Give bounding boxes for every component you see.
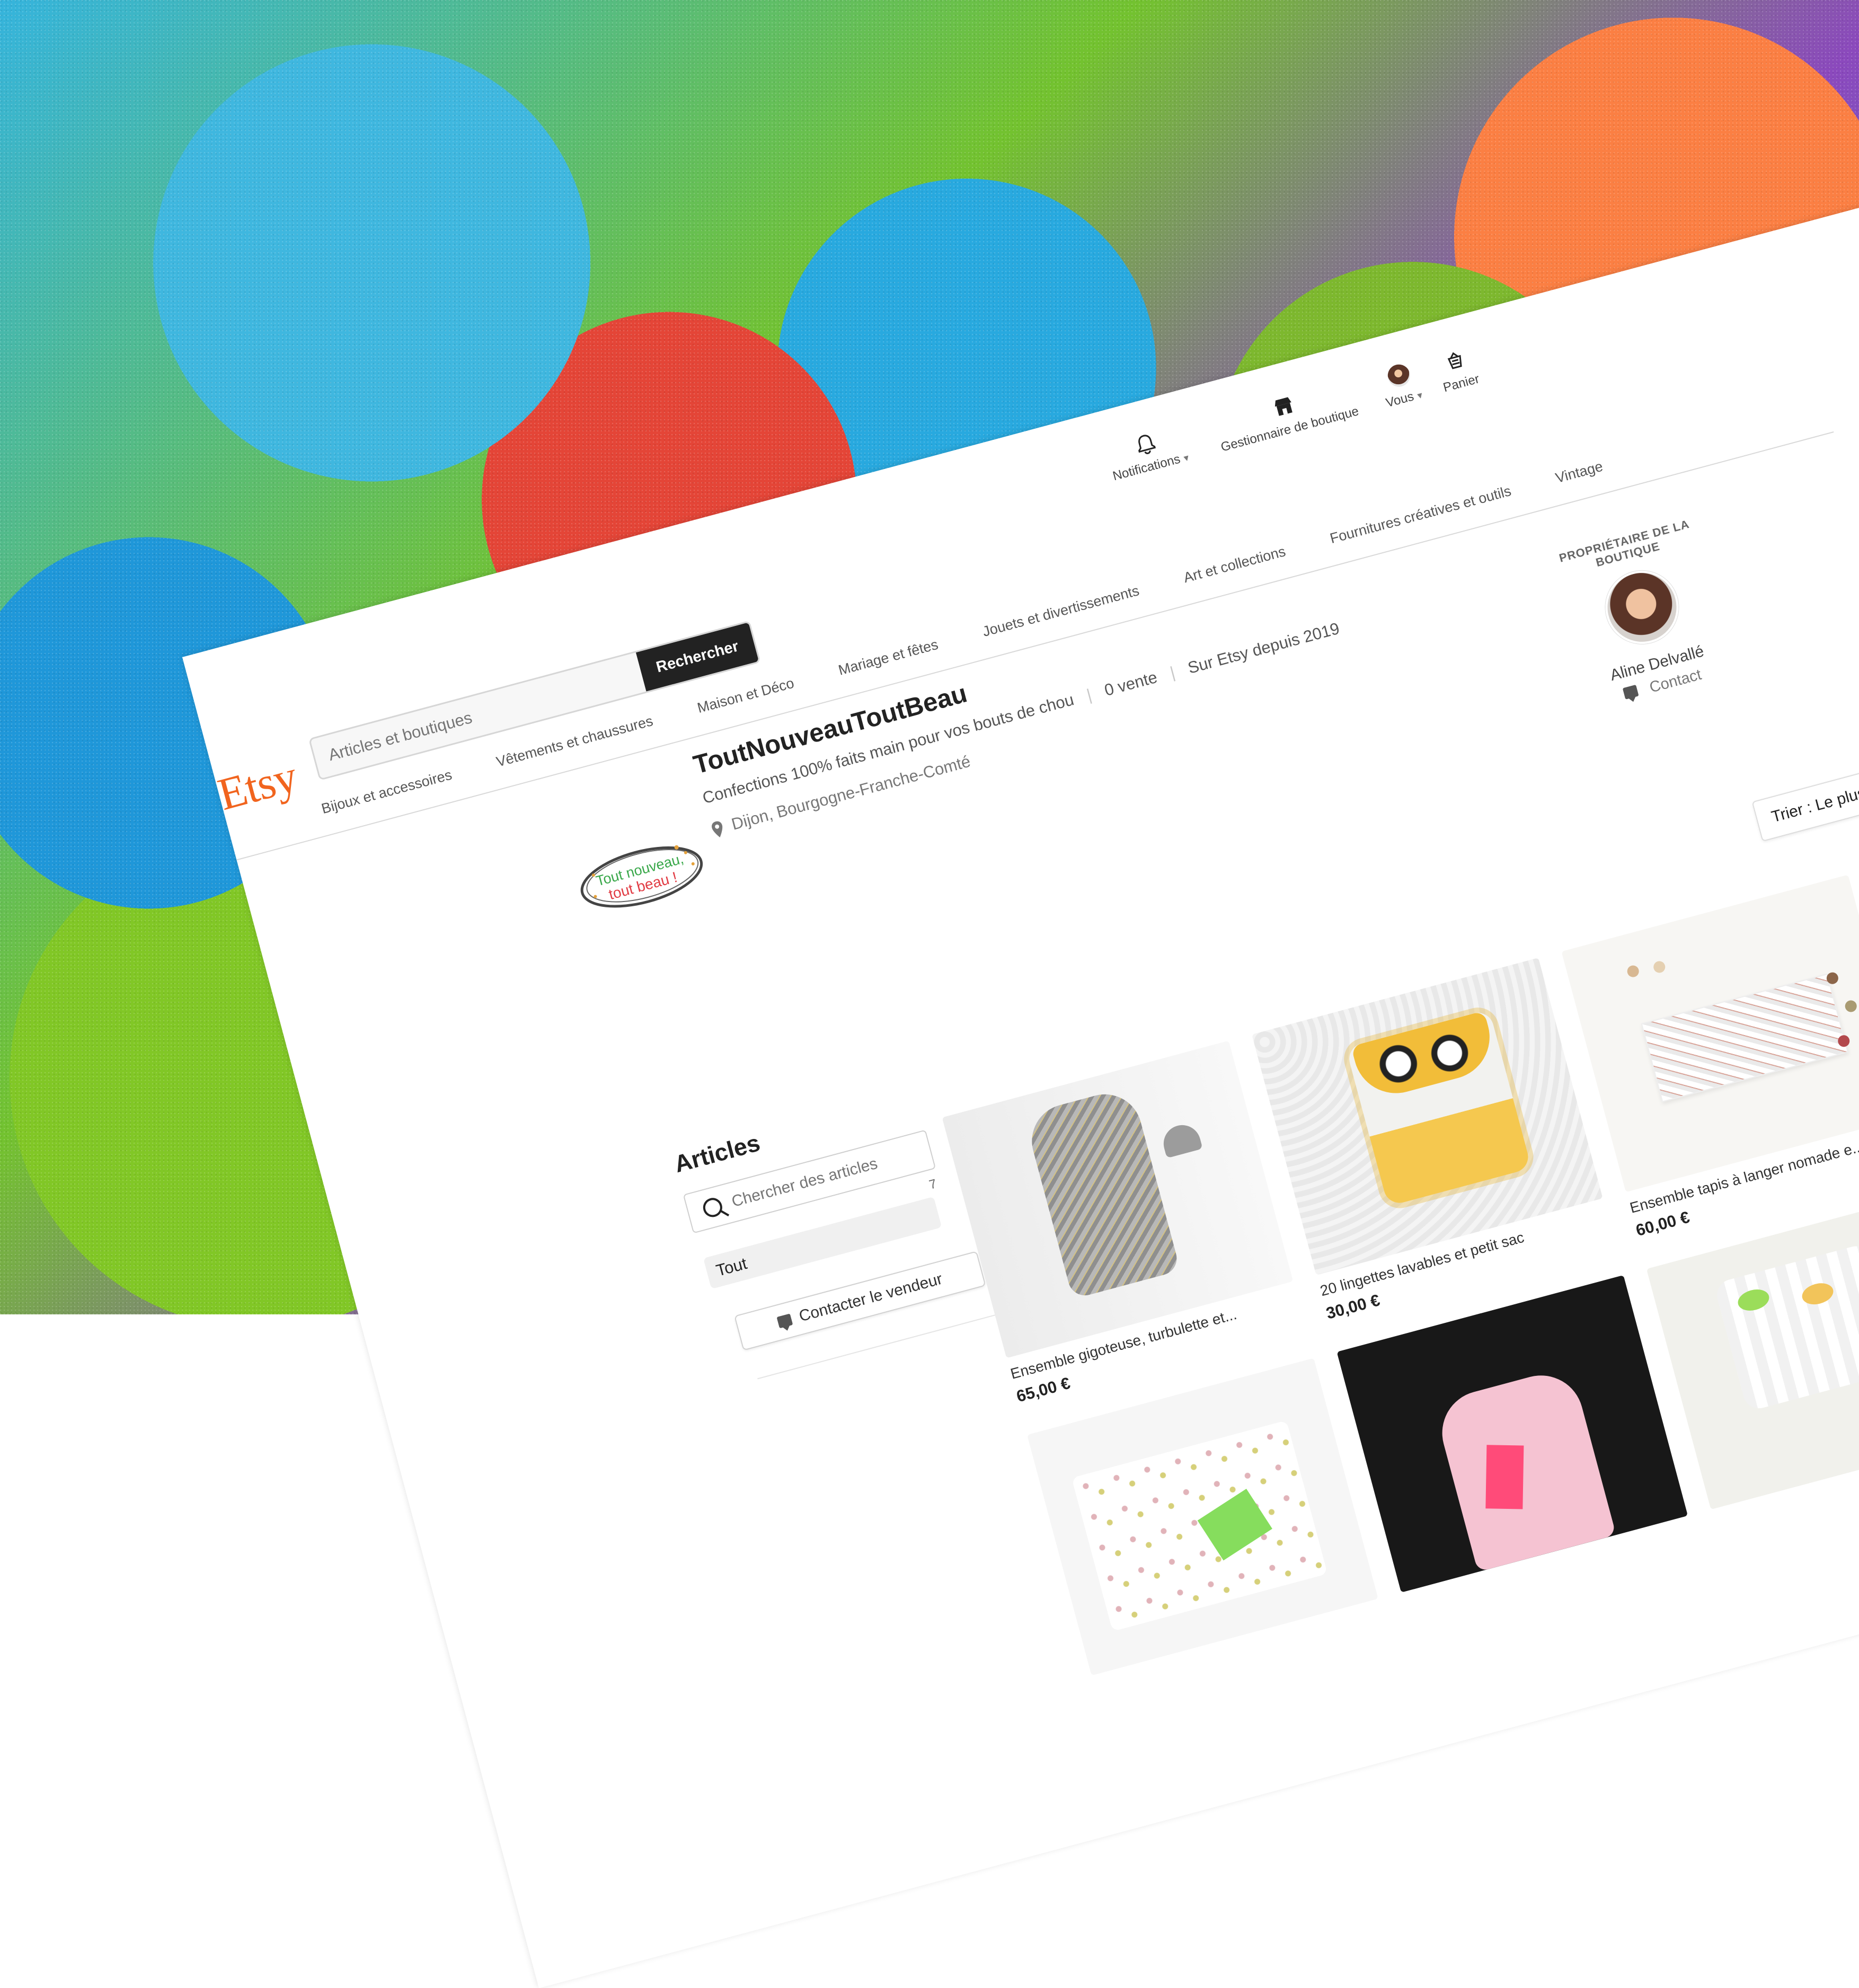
contact-seller-label: Contacter le vendeur xyxy=(797,1270,944,1326)
chevron-down-icon: ▼ xyxy=(1414,390,1426,402)
shop-manager-menu[interactable]: Gestionnaire de boutique xyxy=(1199,374,1374,458)
owner-avatar[interactable] xyxy=(1597,562,1687,652)
category-link[interactable]: Bijoux et accessoires xyxy=(320,767,456,827)
category-link[interactable]: Art et collections xyxy=(1182,543,1290,596)
message-icon xyxy=(1622,684,1639,700)
listing-grid: Ensemble gigoteuse, turbulette et... 65,… xyxy=(924,796,1859,1768)
cart-menu[interactable]: Panier xyxy=(1429,343,1486,397)
category-link[interactable]: Fournitures créatives et outils xyxy=(1328,483,1516,557)
listing-card[interactable] xyxy=(1336,1275,1691,1606)
listing-image[interactable] xyxy=(1646,1192,1859,1510)
shop-since: Sur Etsy depuis 2019 xyxy=(1185,619,1342,677)
article-count: 7 xyxy=(927,1177,939,1192)
listing-card[interactable] xyxy=(1646,1192,1859,1523)
bell-icon xyxy=(1138,435,1156,454)
you-label: Vous xyxy=(1384,389,1415,411)
avatar xyxy=(1385,362,1413,390)
shop-icon xyxy=(1274,397,1293,416)
location-pin-icon xyxy=(712,821,723,837)
listing-image[interactable] xyxy=(1336,1275,1688,1593)
message-icon xyxy=(776,1313,793,1329)
notifications-label: Notifications xyxy=(1111,452,1182,484)
category-link[interactable]: Jouets et divertissements xyxy=(981,582,1144,650)
category-link[interactable]: Mariage et fêtes xyxy=(837,637,943,688)
notifications-menu[interactable]: Notifications▼ xyxy=(1092,419,1205,488)
cart-label: Panier xyxy=(1441,372,1481,395)
category-link[interactable]: Maison et Déco xyxy=(696,675,799,727)
you-menu[interactable]: Vous▼ xyxy=(1370,358,1432,412)
listing-card[interactable]: Ensemble tapis à langer nomade e... 60,0… xyxy=(1561,874,1859,1240)
listing-image[interactable] xyxy=(1027,1358,1378,1676)
search-button[interactable]: Rechercher xyxy=(635,622,759,692)
listing-card[interactable]: Ensemble gigoteuse, turbulette et... 65,… xyxy=(942,1040,1306,1407)
listing-image[interactable] xyxy=(1561,874,1859,1192)
shop-logo: Tout nouveau, tout beau ! xyxy=(580,845,703,908)
category-link[interactable]: Vintage xyxy=(1554,458,1607,497)
basket-icon xyxy=(1447,352,1462,369)
shop-sales: 0 vente xyxy=(1102,667,1159,700)
listing-card[interactable] xyxy=(1027,1358,1382,1689)
shop-owner-panel: PROPRIÉTAIRE DE LA BOUTIQUE Aline Delval… xyxy=(1538,512,1749,716)
listing-card[interactable]: 20 lingettes lavables et petit sac 30,00… xyxy=(1252,958,1616,1323)
articles-sidebar: Articles 7 Tout Contacter le vendeur xyxy=(671,1077,998,1380)
filter-all-label: Tout xyxy=(714,1253,749,1280)
owner-label: PROPRIÉTAIRE DE LA BOUTIQUE xyxy=(1557,517,1691,570)
chevron-down-icon: ▼ xyxy=(1181,453,1192,464)
